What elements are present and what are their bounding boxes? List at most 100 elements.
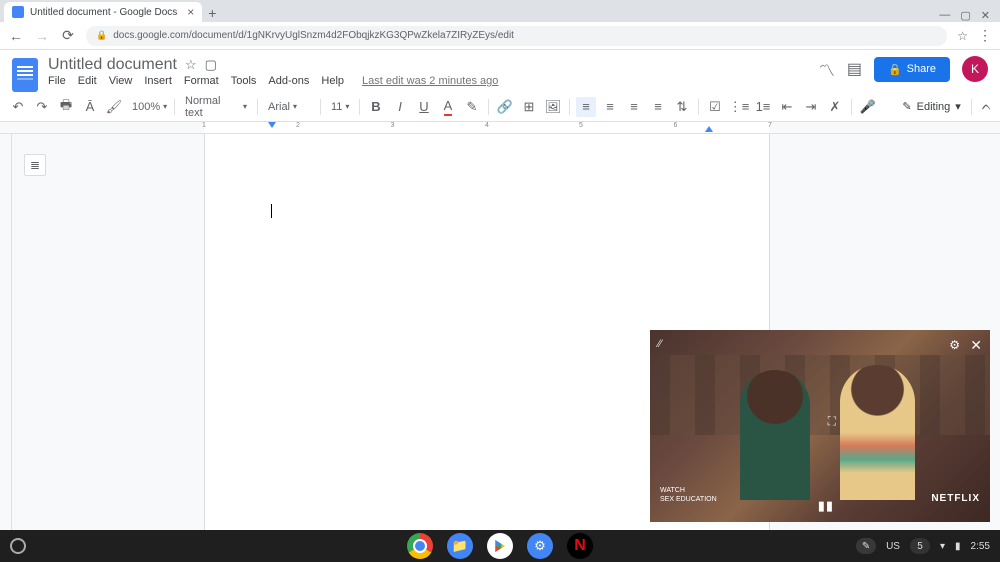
menu-file[interactable]: File [48, 75, 66, 87]
paint-format-icon[interactable]: 🖌 [104, 97, 124, 117]
align-right-icon[interactable]: ≡ [624, 97, 644, 117]
browser-menu-icon[interactable]: ⋮ [978, 27, 992, 44]
new-tab-button[interactable]: + [202, 4, 222, 22]
redo-icon[interactable]: ↷ [32, 97, 52, 117]
pip-settings-icon[interactable]: ⚙ [949, 338, 960, 352]
forward-button[interactable]: → [34, 28, 50, 44]
zoom-dropdown[interactable]: 100%▾ [128, 101, 168, 113]
pencil-icon: ✎ [902, 100, 911, 113]
language-indicator[interactable]: US [886, 541, 900, 552]
print-icon[interactable]: 🖶 [56, 97, 76, 117]
minimize-icon[interactable]: — [939, 9, 950, 22]
account-avatar[interactable]: K [962, 56, 988, 82]
spellcheck-icon[interactable]: Ᾱ [80, 97, 100, 117]
docs-logo-icon[interactable] [12, 58, 38, 92]
chromeos-shelf: 📁 ⚙ N ✎ US 5 ▾ ▮ 2:55 [0, 530, 1000, 562]
link-icon[interactable]: 🔗 [495, 97, 515, 117]
checklist-icon[interactable]: ☑ [705, 97, 725, 117]
bold-icon[interactable]: B [366, 97, 386, 117]
align-justify-icon[interactable]: ≡ [648, 97, 668, 117]
pip-close-icon[interactable]: ✕ [970, 337, 982, 354]
reload-button[interactable]: ⟳ [60, 27, 76, 44]
star-icon[interactable]: ☆ [185, 57, 197, 73]
menu-view[interactable]: View [109, 75, 133, 87]
activity-icon[interactable]: 〽 [819, 57, 835, 81]
maximize-icon[interactable]: ▢ [960, 9, 970, 22]
share-button[interactable]: 🔒 Share [874, 57, 950, 82]
right-indent-marker[interactable] [705, 126, 713, 132]
lock-icon: 🔒 [888, 63, 902, 76]
settings-app-icon[interactable]: ⚙ [527, 533, 553, 559]
collapse-toolbar-icon[interactable]: ᨈ [982, 99, 992, 114]
menu-tools[interactable]: Tools [231, 75, 257, 87]
indent-increase-icon[interactable]: ⇥ [801, 97, 821, 117]
comment-add-icon[interactable]: ⊞ [519, 97, 539, 117]
url-text: docs.google.com/document/d/1gNKrvyUglSnz… [113, 30, 514, 41]
notification-badge[interactable]: 5 [910, 538, 930, 554]
browser-tab[interactable]: Untitled document - Google Docs × [4, 2, 202, 22]
bookmark-star-icon[interactable]: ☆ [957, 29, 968, 43]
files-app-icon[interactable]: 📁 [447, 533, 473, 559]
font-size-dropdown[interactable]: 11▾ [327, 101, 353, 113]
indent-decrease-icon[interactable]: ⇤ [777, 97, 797, 117]
back-button[interactable]: ← [8, 28, 24, 44]
stylus-icon[interactable]: ✎ [856, 538, 876, 554]
paragraph-style-dropdown[interactable]: Normal text▾ [181, 95, 251, 119]
vertical-ruler[interactable] [0, 134, 12, 534]
close-window-icon[interactable]: ✕ [981, 9, 990, 22]
wifi-icon[interactable]: ▾ [940, 541, 945, 552]
text-cursor [271, 204, 272, 218]
menu-format[interactable]: Format [184, 75, 219, 87]
underline-icon[interactable]: U [414, 97, 434, 117]
voice-typing-icon[interactable]: 🎤 [858, 97, 878, 117]
move-folder-icon[interactable]: ▢ [205, 57, 217, 73]
browser-tab-bar: Untitled document - Google Docs × + — ▢ … [0, 0, 1000, 22]
align-center-icon[interactable]: ≡ [600, 97, 620, 117]
tab-close-icon[interactable]: × [187, 5, 194, 19]
undo-icon[interactable]: ↶ [8, 97, 28, 117]
chrome-app-icon[interactable] [407, 533, 433, 559]
docs-favicon-icon [12, 6, 24, 18]
play-store-icon[interactable] [487, 533, 513, 559]
line-spacing-icon[interactable]: ⇅ [672, 97, 692, 117]
clear-format-icon[interactable]: ✗ [825, 97, 845, 117]
text-color-icon[interactable]: A [438, 97, 458, 117]
omnibox[interactable]: 🔒 docs.google.com/document/d/1gNKrvyUglS… [86, 26, 947, 46]
formatting-toolbar: ↶ ↷ 🖶 Ᾱ 🖌 100%▾ Normal text▾ Arial▾ 11▾ … [0, 92, 1000, 122]
numbered-list-icon[interactable]: 1≡ [753, 97, 773, 117]
netflix-pip-window[interactable]: ⁄⁄ ⚙ ✕ ⛶ ▮▮ WATCH SEX EDUCATION NETFLIX [650, 330, 990, 522]
bullet-list-icon[interactable]: ⋮≡ [729, 97, 749, 117]
outline-toggle-icon[interactable]: ≣ [24, 154, 46, 176]
image-icon[interactable]: 🖼 [543, 97, 563, 117]
menu-insert[interactable]: Insert [144, 75, 172, 87]
highlight-icon[interactable]: ✎ [462, 97, 482, 117]
system-tray[interactable]: ✎ US 5 ▾ ▮ 2:55 [856, 538, 990, 554]
pip-pause-icon[interactable]: ▮▮ [818, 498, 834, 514]
clock[interactable]: 2:55 [971, 541, 990, 552]
battery-icon[interactable]: ▮ [955, 541, 961, 552]
pip-drag-handle-icon[interactable]: ⁄⁄ [658, 338, 662, 350]
mode-dropdown[interactable]: ✎ Editing ▾ [902, 100, 960, 113]
font-dropdown[interactable]: Arial▾ [264, 101, 314, 113]
pip-title: WATCH SEX EDUCATION [660, 487, 717, 504]
launcher-icon[interactable] [10, 538, 26, 554]
tab-title: Untitled document - Google Docs [30, 7, 177, 18]
menu-edit[interactable]: Edit [78, 75, 97, 87]
last-edit-info[interactable]: Last edit was 2 minutes ago [362, 75, 498, 87]
window-controls: — ▢ ✕ [939, 9, 1000, 22]
menu-help[interactable]: Help [321, 75, 344, 87]
horizontal-ruler[interactable]: 1 2 3 4 5 6 7 [0, 122, 1000, 134]
address-bar: ← → ⟳ 🔒 docs.google.com/document/d/1gNKr… [0, 22, 1000, 50]
docs-header: Untitled document ☆ ▢ File Edit View Ins… [0, 50, 1000, 92]
menu-bar: File Edit View Insert Format Tools Add-o… [48, 75, 809, 87]
pip-fullscreen-icon[interactable]: ⛶ [828, 414, 834, 429]
italic-icon[interactable]: I [390, 97, 410, 117]
left-indent-marker[interactable] [268, 122, 276, 128]
align-left-icon[interactable]: ≡ [576, 97, 596, 117]
chevron-down-icon: ▾ [955, 100, 961, 113]
netflix-app-icon[interactable]: N [567, 533, 593, 559]
document-title[interactable]: Untitled document [48, 56, 177, 74]
menu-addons[interactable]: Add-ons [268, 75, 309, 87]
comments-icon[interactable]: ▤ [847, 59, 862, 79]
pip-netflix-logo: NETFLIX [931, 493, 980, 504]
